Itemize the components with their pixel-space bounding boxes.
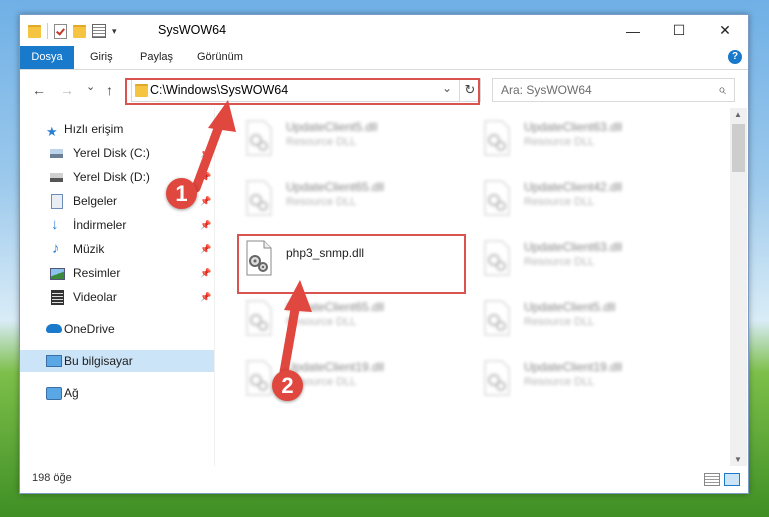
step-marker-2: 2 <box>272 370 303 401</box>
arrow-2 <box>279 280 312 377</box>
annotation-arrows <box>191 100 312 377</box>
step-marker-1: 1 <box>166 178 197 209</box>
arrow-1 <box>191 100 236 193</box>
